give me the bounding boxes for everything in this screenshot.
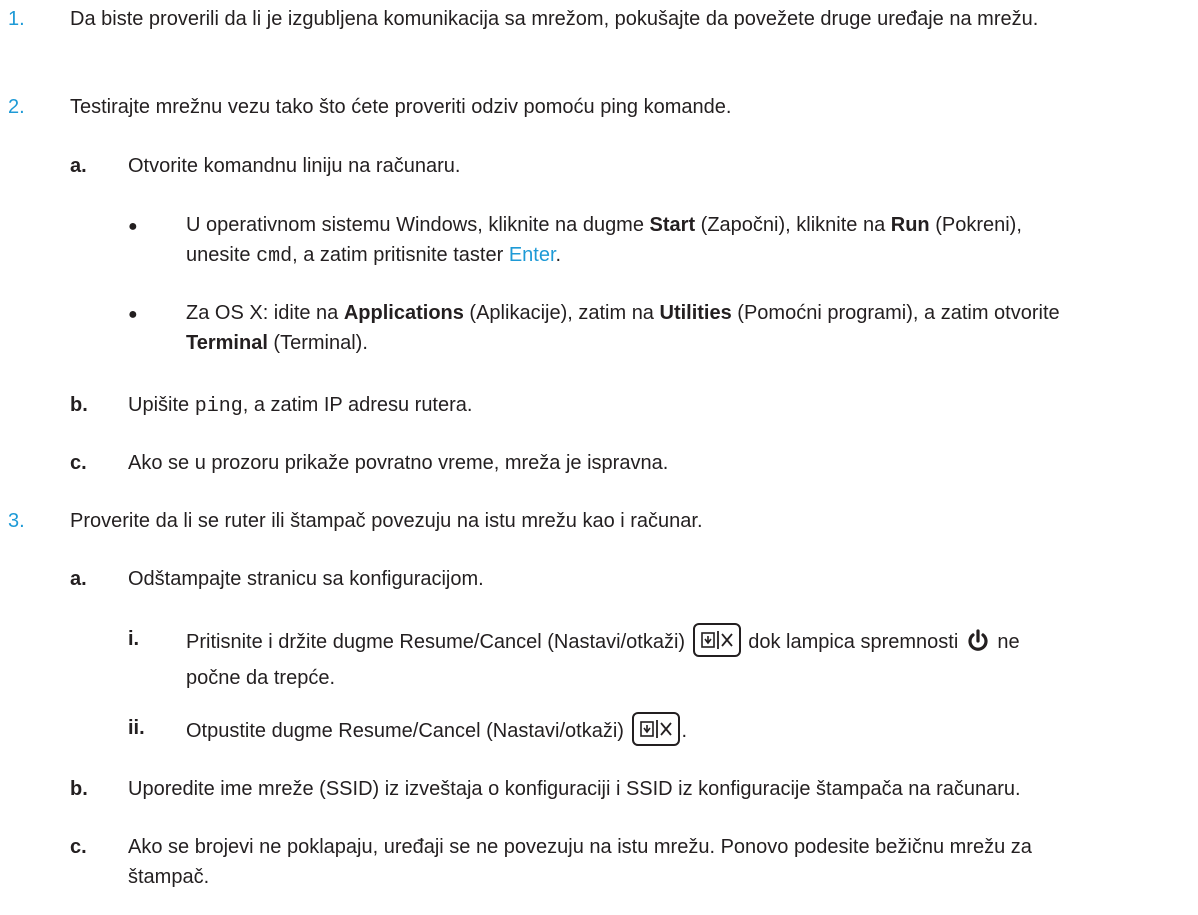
- ui-term: Run: [890, 214, 930, 236]
- substep-text-part: Ako se brojevi ne poklapaju, uređaji se …: [128, 836, 1032, 858]
- bullet-text-part: (Terminal).: [267, 332, 368, 354]
- roman-numeral: ii.: [128, 717, 145, 739]
- bullet-text-part: unesite: [186, 244, 257, 266]
- roman-step-text: Otpustite dugme Resume/Cancel (Nastavi/o…: [186, 711, 1186, 749]
- bullet-text-part: (Pokreni),: [929, 214, 1022, 236]
- substep-text: Uporedite ime mreže (SSID) iz izveštaja …: [128, 778, 1021, 800]
- bullet-text-part: (Započni), kliknite na: [695, 214, 891, 236]
- bullet-text-part: , a zatim pritisnite taster: [292, 244, 509, 266]
- bullet-text-part: .: [555, 244, 562, 266]
- substep-text: Ako se brojevi ne poklapaju, uređaji se …: [128, 832, 1178, 892]
- step-number: 2.: [8, 96, 25, 118]
- ui-term: Utilities: [659, 302, 732, 324]
- substep-text: Otvorite komandnu liniju na računaru.: [128, 155, 461, 177]
- substep-letter: b.: [70, 778, 88, 800]
- command-code: ping: [194, 395, 243, 418]
- bullet-text-part: Za OS X: idite na: [186, 302, 344, 324]
- ui-term: Start: [649, 214, 696, 236]
- roman-numeral: i.: [128, 628, 140, 650]
- enter-key-label: Enter: [508, 244, 556, 266]
- substep-text: Ako se u prozoru prikaže povratno vreme,…: [128, 452, 669, 474]
- substep-letter: c.: [70, 836, 87, 858]
- roman-text-part: ne: [997, 631, 1020, 653]
- resume-cancel-button-icon: [631, 711, 680, 746]
- roman-text-part: počne da trepće.: [186, 667, 335, 689]
- step-number: 1.: [8, 8, 25, 30]
- command-code: cmd: [256, 245, 293, 268]
- bullet-text: U operativnom sistemu Windows, kliknite …: [186, 210, 1186, 272]
- ready-light-power-icon: [968, 629, 988, 651]
- step-text: Proverite da li se ruter ili štampač pov…: [70, 510, 703, 532]
- bullet-text-part: (Aplikacije), zatim na: [463, 302, 660, 324]
- roman-text-part: Otpustite dugme Resume/Cancel (Nastavi/o…: [186, 720, 624, 742]
- roman-text-part: dok lampica spremnosti: [748, 631, 959, 653]
- bullet-text: Za OS X: idite na Applications (Aplikaci…: [186, 298, 1186, 358]
- step-text: Da biste proverili da li je izgubljena k…: [70, 8, 1039, 30]
- substep-text-part: Upišite: [128, 394, 195, 416]
- bullet-text-part: (Pomoćni programi), a zatim otvorite: [731, 302, 1060, 324]
- substep-text: Odštampajte stranicu sa konfiguracijom.: [128, 568, 484, 590]
- substep-text: Upišite ping, a zatim IP adresu rutera.: [128, 390, 1178, 422]
- substep-letter: b.: [70, 394, 88, 416]
- roman-text-part: Pritisnite i držite dugme Resume/Cancel …: [186, 631, 686, 653]
- ui-term: Terminal: [186, 332, 268, 354]
- ui-term: Applications: [343, 302, 464, 324]
- substep-text-part: štampač.: [128, 866, 210, 888]
- resume-cancel-button-icon: [692, 622, 741, 657]
- roman-step-text: Pritisnite i držite dugme Resume/Cancel …: [186, 622, 1186, 696]
- bullet-marker: ●: [128, 306, 138, 323]
- roman-text-part: .: [681, 720, 688, 742]
- step-number: 3.: [8, 510, 25, 532]
- bullet-text-part: U operativnom sistemu Windows, kliknite …: [186, 214, 650, 236]
- bullet-marker: ●: [128, 218, 138, 235]
- substep-letter: a.: [70, 568, 87, 590]
- step-text: Testirajte mrežnu vezu tako što ćete pro…: [70, 96, 732, 118]
- document-page: 1. Da biste proverili da li je izgubljen…: [0, 0, 1198, 915]
- substep-letter: c.: [70, 452, 87, 474]
- substep-text-part: , a zatim IP adresu rutera.: [242, 394, 473, 416]
- substep-letter: a.: [70, 155, 87, 177]
